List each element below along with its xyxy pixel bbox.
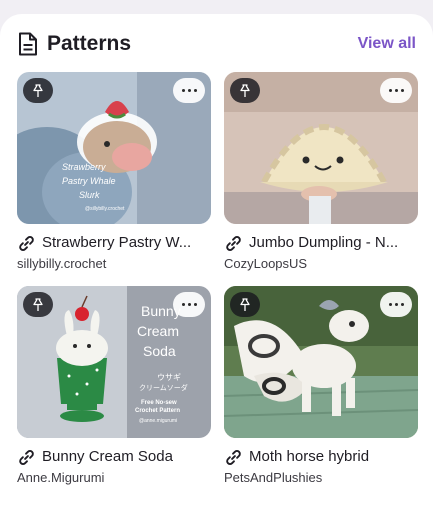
pushpin-icon	[240, 83, 250, 97]
link-icon	[19, 236, 34, 251]
more-horizontal-icon	[181, 303, 185, 306]
image-text: @anne.migurumi	[139, 418, 177, 424]
image-text: @sillybilly.crochet	[85, 206, 125, 212]
pattern-thumbnail[interactable]	[224, 72, 418, 224]
pushpin-icon	[240, 297, 250, 311]
pattern-thumbnail[interactable]: Strawberry Pastry Whale Slurk @sillybill…	[17, 72, 211, 224]
pattern-thumbnail[interactable]	[224, 286, 418, 438]
more-horizontal-icon	[388, 89, 392, 92]
pin-button[interactable]	[230, 78, 260, 103]
pattern-name[interactable]: Jumbo Dumpling - N...	[249, 232, 418, 254]
pattern-name[interactable]: Strawberry Pastry W...	[42, 232, 211, 254]
more-options-button[interactable]	[173, 78, 205, 103]
pattern-name-row[interactable]: Moth horse hybrid	[224, 446, 418, 468]
pattern-thumbnail[interactable]: Bunny Cream Soda ウサギ クリームソーダ Free No-sew…	[17, 286, 211, 438]
image-text: クリームソーダ	[139, 383, 188, 392]
image-text: ウサギ	[157, 373, 181, 382]
pattern-author[interactable]: PetsAndPlushies	[224, 468, 322, 488]
pattern-name-row[interactable]: Jumbo Dumpling - N...	[224, 232, 418, 254]
patterns-card: Patterns View all Strawberry Pastry Whal…	[0, 14, 433, 514]
image-text: Slurk	[79, 190, 100, 200]
pattern-author[interactable]: CozyLoopsUS	[224, 254, 307, 274]
image-text: Soda	[143, 343, 176, 359]
pattern-author[interactable]: sillybilly.crochet	[17, 254, 106, 274]
image-text: Free No-sew	[141, 400, 177, 406]
image-text: Strawberry	[62, 162, 106, 172]
more-options-button[interactable]	[173, 292, 205, 317]
more-horizontal-icon	[181, 89, 185, 92]
link-icon	[19, 450, 34, 465]
pattern-name-row[interactable]: Bunny Cream Soda	[17, 446, 211, 468]
pattern-name[interactable]: Bunny Cream Soda	[42, 446, 211, 468]
pushpin-icon	[33, 83, 43, 97]
pattern-name-row[interactable]: Strawberry Pastry W...	[17, 232, 211, 254]
image-text: Cream	[137, 323, 179, 339]
patterns-grid: Strawberry Pastry Whale Slurk @sillybill…	[0, 14, 433, 514]
pattern-name[interactable]: Moth horse hybrid	[249, 446, 418, 468]
more-options-button[interactable]	[380, 78, 412, 103]
image-text: Pastry Whale	[62, 176, 116, 186]
more-horizontal-icon	[388, 303, 392, 306]
pin-button[interactable]	[23, 292, 53, 317]
link-icon	[226, 450, 241, 465]
pin-button[interactable]	[230, 292, 260, 317]
pushpin-icon	[33, 297, 43, 311]
link-icon	[226, 236, 241, 251]
pattern-author[interactable]: Anne.Migurumi	[17, 468, 104, 488]
image-text: Crochet Pattern	[135, 408, 180, 414]
pin-button[interactable]	[23, 78, 53, 103]
more-options-button[interactable]	[380, 292, 412, 317]
